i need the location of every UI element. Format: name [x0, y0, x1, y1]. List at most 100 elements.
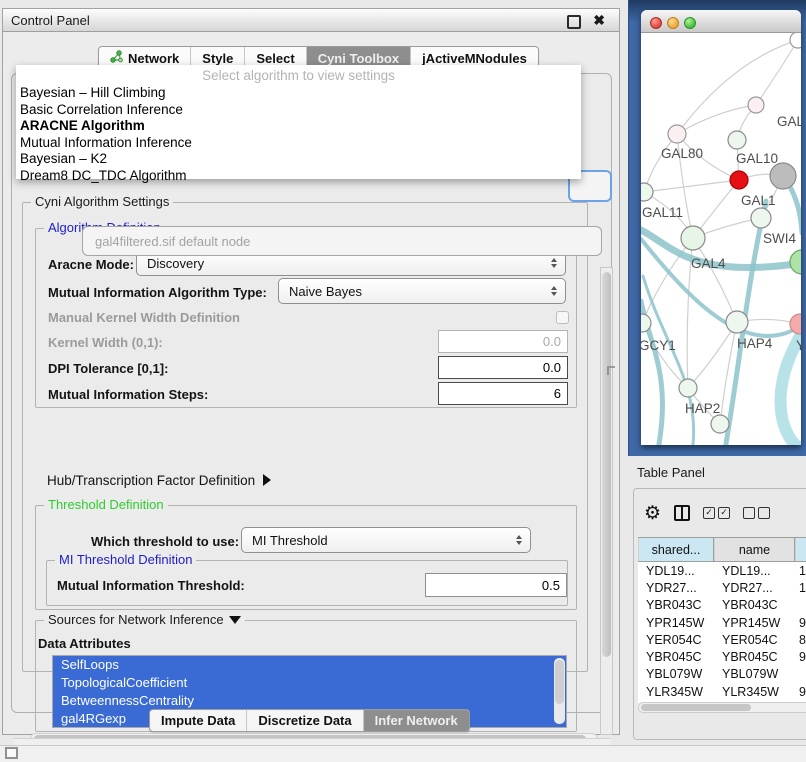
close-button[interactable] — [650, 17, 662, 29]
algorithm-option-basic-correlation-inference[interactable]: Basic Correlation Inference — [16, 102, 581, 119]
table-cell: YBL079W — [638, 667, 714, 681]
checked-pair-icon[interactable]: ✓✓ — [703, 507, 730, 519]
sources-title-row[interactable]: Sources for Network Inference — [44, 612, 245, 627]
table-cell: YER054C — [714, 633, 795, 647]
algorithm-option-bayesian-k2[interactable]: Bayesian – K2 — [16, 151, 581, 168]
columns-icon[interactable] — [674, 505, 690, 521]
collapse-arrow-icon — [229, 616, 241, 624]
kernel-width-input: 0.0 — [438, 330, 568, 353]
table-row[interactable]: YLR345WYLR345W9. — [638, 683, 806, 700]
network-node[interactable] — [790, 33, 801, 48]
tab-label: jActiveMNodules — [422, 51, 527, 66]
network-graph: GALGAL80GAL10GAL1GAL11SWI4GAL4GCY1HAP4YH… — [641, 33, 801, 445]
node-label-gal10: GAL10 — [736, 151, 778, 166]
mi-algorithm-type-label: Mutual Information Algorithm Type: — [48, 285, 267, 300]
application-root: Control Panel ✖ NetworkStyleSelectCyni T… — [0, 0, 806, 762]
sources-title: Sources for Network Inference — [48, 612, 224, 627]
dpi-tolerance-input[interactable]: 0.0 — [438, 356, 568, 379]
table-toolbar: ⚙ ✓✓ — [644, 499, 806, 527]
algorithm-option-bayesian-hill-climbing[interactable]: Bayesian – Hill Climbing — [16, 85, 581, 102]
algorithm-dropdown-list: Select algorithm to view settings Bayesi… — [16, 65, 581, 179]
algorithm-option-mutual-information-inference[interactable]: Mutual Information Inference — [16, 135, 581, 152]
tab-discretize-data[interactable]: Discretize Data — [247, 710, 363, 731]
table-cell: YDR27... — [638, 581, 714, 595]
gear-icon[interactable]: ⚙ — [644, 504, 661, 523]
attribute-item-betweennesscentrality[interactable]: BetweennessCentrality — [53, 692, 566, 710]
mi-algorithm-type-combobox[interactable]: Naive Bayes — [278, 278, 566, 304]
dpi-tolerance-value: 0.0 — [543, 360, 561, 375]
control-panel-title: Control Panel — [11, 13, 90, 28]
network-node-swi4[interactable] — [751, 208, 771, 228]
column-header-a[interactable]: A — [795, 538, 806, 561]
float-window-icon[interactable] — [567, 15, 581, 29]
table-row[interactable]: YER054CYER054C8. — [638, 631, 806, 648]
splitter-handle[interactable] — [607, 366, 615, 375]
column-header-name[interactable]: name — [714, 538, 795, 561]
table-cell: 13 — [795, 564, 806, 578]
network-node-gal11[interactable] — [641, 183, 653, 201]
cyni-algorithm-settings-group: Cyni Algorithm Settings Algorithm Defini… — [22, 202, 588, 672]
table-row[interactable]: YBR045CYBR045C9. — [638, 648, 806, 665]
table-cell: 9. — [795, 685, 806, 699]
table-panel-title: Table Panel — [637, 465, 705, 480]
algorithm-dropdown-items: Bayesian – Hill ClimbingBasic Correlatio… — [16, 85, 581, 185]
table-row[interactable]: YDL19...YDL19...13 — [638, 562, 806, 579]
scrollbar-thumb[interactable] — [641, 704, 751, 711]
unchecked-pair-icon[interactable] — [743, 507, 770, 519]
minimize-button[interactable] — [667, 17, 679, 29]
mi-threshold-label: Mutual Information Threshold: — [57, 578, 245, 593]
spinner-arrows-icon — [551, 286, 557, 296]
network-node[interactable] — [770, 163, 796, 189]
mi-threshold-input[interactable]: 0.5 — [425, 573, 567, 597]
table-cell: YBR043C — [714, 598, 795, 612]
network-node-hap4[interactable] — [726, 311, 748, 333]
attribute-item-selfloops[interactable]: SelfLoops — [53, 656, 566, 674]
manual-kernel-width-label: Manual Kernel Width Definition — [48, 310, 240, 325]
scrollbar-thumb[interactable] — [555, 660, 564, 704]
algorithm-option-aracne-algorithm[interactable]: ARACNE Algorithm — [16, 118, 581, 135]
zoom-button[interactable] — [684, 17, 696, 29]
algorithm-option-dream8-dc-tdc-algorithm[interactable]: Dream8 DC_TDC Algorithm — [16, 168, 581, 185]
table-cell: YPR145W — [714, 616, 795, 630]
network-node-gal4[interactable] — [681, 226, 705, 250]
network-node-gal[interactable] — [748, 97, 764, 113]
scrollbar-thumb[interactable] — [602, 272, 611, 657]
network-node-gal10[interactable] — [728, 131, 746, 149]
table-horizontal-scrollbar[interactable] — [638, 702, 806, 713]
network-node-gal1[interactable] — [730, 171, 748, 189]
tab-infer-network[interactable]: Infer Network — [364, 710, 469, 731]
table-row[interactable]: YBL079WYBL079W — [638, 666, 806, 683]
column-header-shared[interactable]: shared... — [638, 538, 714, 561]
table-row[interactable]: YPR145WYPR145W9. — [638, 614, 806, 631]
tab-impute-data[interactable]: Impute Data — [150, 710, 247, 731]
network-node-gal80[interactable] — [668, 125, 686, 143]
network-edge — [693, 238, 737, 322]
network-node-hap2[interactable] — [679, 379, 697, 397]
attribute-list-scrollbar[interactable] — [554, 658, 565, 724]
network-node[interactable] — [711, 415, 729, 433]
dpi-tolerance-label: DPI Tolerance [0,1]: — [48, 361, 168, 376]
table-source-combobox[interactable]: gal4filtered.sif default node — [82, 226, 602, 256]
mi-steps-input[interactable]: 6 — [438, 382, 568, 405]
network-node[interactable] — [790, 250, 801, 274]
which-threshold-label: Which threshold to use: — [91, 534, 239, 549]
node-label-swi4: SWI4 — [763, 231, 796, 246]
close-icon[interactable]: ✖ — [593, 12, 605, 29]
which-threshold-combobox[interactable]: MI Threshold — [241, 527, 531, 553]
hub-definition-expander[interactable]: Hub/Transcription Factor Definition — [47, 473, 271, 488]
table-row[interactable]: YBR043CYBR043C — [638, 597, 806, 614]
attribute-item-topologicalcoefficient[interactable]: TopologicalCoefficient — [53, 674, 566, 692]
collapsed-panel-icon[interactable] — [5, 747, 18, 759]
settings-vertical-scrollbar[interactable] — [600, 267, 613, 735]
spinner-arrows-icon — [551, 258, 557, 268]
node-table: shared...nameA YDL19...YDL19...13YDR27..… — [638, 537, 806, 703]
network-canvas[interactable]: GALGAL80GAL10GAL1GAL11SWI4GAL4GCY1HAP4YH… — [641, 33, 801, 445]
control-panel-titlebar: Control Panel ✖ — [3, 9, 619, 32]
node-label-gal: GAL — [777, 114, 801, 129]
kernel-width-label: Kernel Width (0,1): — [48, 335, 163, 350]
table-cell: YDL19... — [714, 564, 795, 578]
table-cell: YBL079W — [714, 667, 795, 681]
bottom-tab-bar: Impute DataDiscretize DataInfer Network — [149, 709, 470, 732]
network-desktop: GALGAL80GAL10GAL1GAL11SWI4GAL4GCY1HAP4YH… — [628, 0, 806, 456]
table-row[interactable]: YDR27...YDR27...12 — [638, 579, 806, 596]
